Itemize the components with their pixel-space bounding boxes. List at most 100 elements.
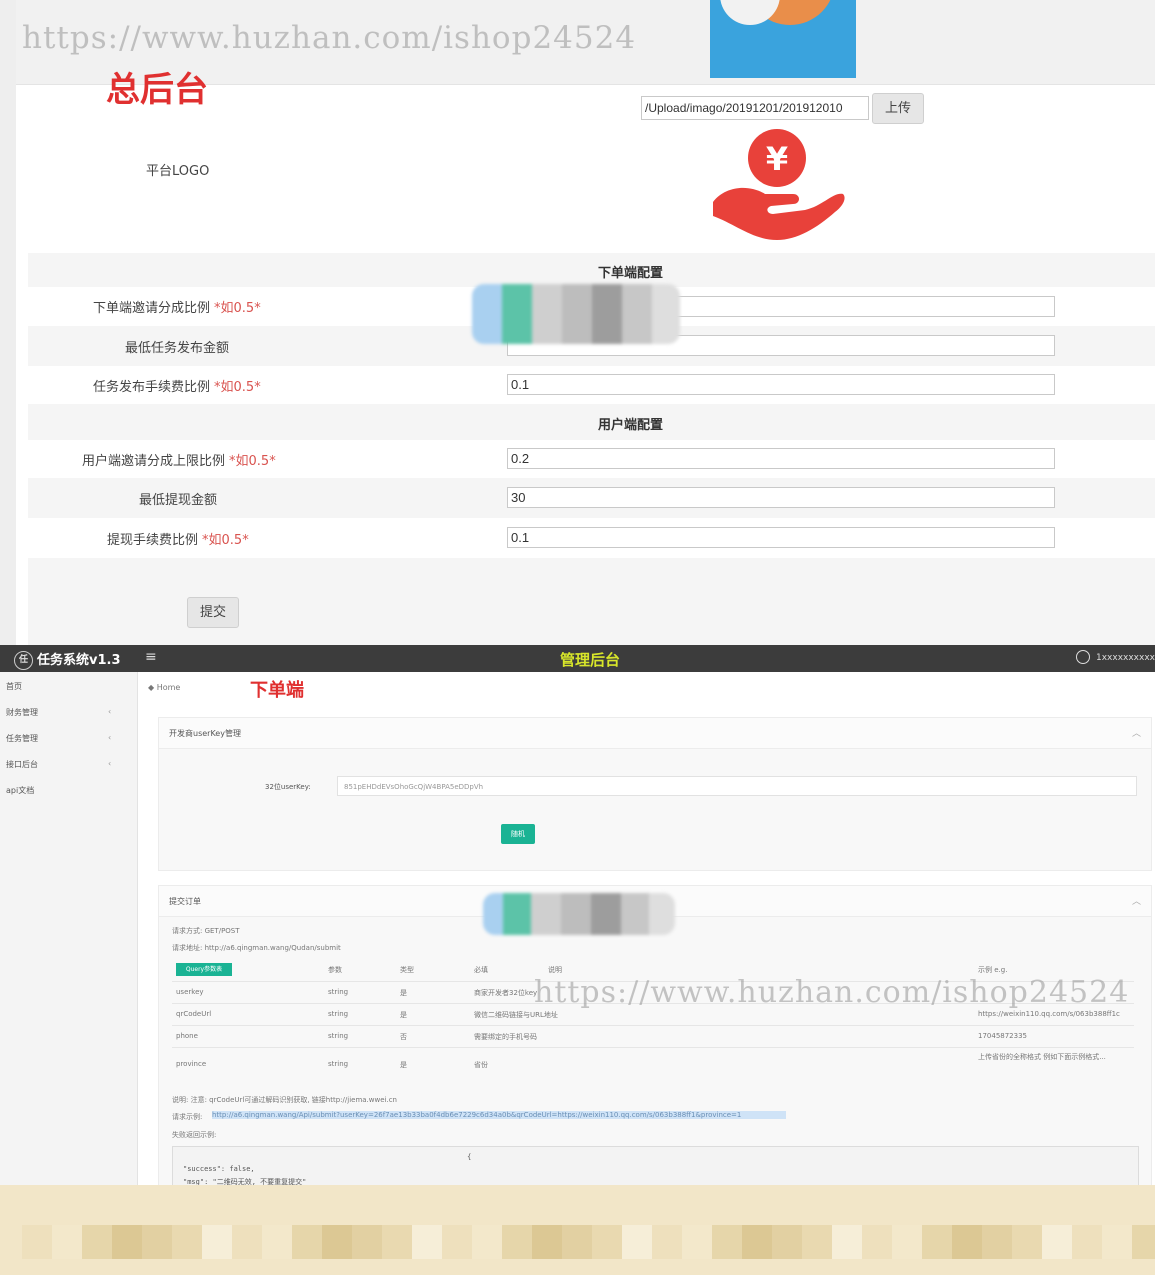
- platform-logo-icon: ¥: [713, 129, 845, 240]
- logo-path-input[interactable]: /Upload/imago/20191201/201912010: [641, 96, 869, 120]
- user-section-title: 用户端配置: [598, 418, 664, 433]
- blurred-redaction: [472, 284, 680, 344]
- upload-button[interactable]: 上传: [872, 93, 924, 124]
- mosaic-cell: [802, 1225, 832, 1259]
- panel-header[interactable]: 开发商userKey管理 ︿: [159, 718, 1151, 749]
- mosaic-cell: [1102, 1225, 1132, 1259]
- mosaic-cell: [772, 1225, 802, 1259]
- breadcrumb[interactable]: ◆ Home: [148, 683, 180, 692]
- mosaic-cell: [442, 1225, 472, 1259]
- order-invite-ratio-label: 下单端邀请分成比例 *如0.5*: [93, 297, 261, 316]
- mosaic-cell: [502, 1225, 532, 1259]
- user-invite-ratio-input[interactable]: [507, 448, 1055, 469]
- annotation-title: 总后台: [106, 70, 208, 110]
- chevron-up-icon[interactable]: ︿: [1132, 726, 1141, 739]
- mosaic-cell: [622, 1225, 652, 1259]
- sidebar-item-home[interactable]: 首页: [6, 681, 22, 692]
- nav-title: 管理后台: [560, 651, 621, 669]
- submit-button[interactable]: 提交: [187, 597, 239, 628]
- mosaic-cell: [1072, 1225, 1102, 1259]
- request-method: 请求方式: GET/POST: [172, 927, 240, 935]
- col-header-required: 必填: [474, 966, 488, 974]
- logo-label: 平台LOGO: [146, 164, 210, 179]
- username[interactable]: 1xxxxxxxxxx: [1096, 653, 1155, 663]
- mosaic-cell: [832, 1225, 862, 1259]
- label-text: 提现手续费比例: [107, 533, 199, 548]
- image-shape: [720, 0, 780, 25]
- home-icon: ◆: [148, 683, 157, 692]
- mosaic-cell: [712, 1225, 742, 1259]
- table-cell: 是: [400, 1011, 407, 1019]
- chevron-up-icon[interactable]: ︿: [1132, 894, 1141, 907]
- chevron-left-icon: ‹: [108, 733, 112, 742]
- svg-text:¥: ¥: [766, 140, 788, 178]
- code-line: "msg": "二维码无效, 不要重复提交": [183, 1178, 307, 1185]
- col-header-param: 参数: [328, 966, 342, 974]
- mosaic-cell: [142, 1225, 172, 1259]
- hint-text: *如0.5*: [202, 533, 249, 548]
- table-cell: 是: [400, 989, 407, 997]
- table-cell: qrCodeUrl: [176, 1010, 212, 1018]
- mosaic-cell: [352, 1225, 382, 1259]
- table-cell: 否: [400, 1033, 407, 1041]
- table-cell: userkey: [176, 988, 204, 996]
- mosaic-cell: [202, 1225, 232, 1259]
- task-fee-ratio-input[interactable]: [507, 374, 1055, 395]
- random-key-button[interactable]: 随机: [501, 824, 535, 844]
- hint-text: *如0.5*: [214, 380, 261, 395]
- table-divider: [172, 1047, 1134, 1048]
- table-cell: 是: [400, 1061, 407, 1069]
- task-fee-ratio-label: 任务发布手续费比例 *如0.5*: [93, 376, 261, 395]
- section-header-row: 下单端配置: [28, 253, 1155, 287]
- mosaic-cell: [742, 1225, 772, 1259]
- sidebar-item-interface[interactable]: 接口后台: [6, 759, 38, 770]
- mosaic-cell: [232, 1225, 262, 1259]
- col-header-example: 示例 e.g.: [978, 966, 1008, 974]
- mosaic-cell: [82, 1225, 112, 1259]
- mosaic-cell: [682, 1225, 712, 1259]
- sidebar-item-api-docs[interactable]: api文档: [6, 785, 34, 796]
- min-withdraw-label: 最低提现金额: [139, 493, 218, 508]
- min-withdraw-input[interactable]: [507, 487, 1055, 508]
- mosaic-cell: [322, 1225, 352, 1259]
- full-url-text[interactable]: http://a6.qingman.wang/Api/submit?userKe…: [212, 1111, 786, 1119]
- section-header-row: 用户端配置: [28, 404, 1155, 440]
- table-cell: string: [328, 1032, 349, 1040]
- annotation-title: 下单端: [250, 680, 304, 701]
- mosaic-cell: [652, 1225, 682, 1259]
- sidebar-item-tasks[interactable]: 任务管理: [6, 733, 38, 744]
- table-cell: 上传省份的全称格式 例如下面示例格式...: [978, 1053, 1106, 1061]
- withdraw-fee-ratio-input[interactable]: [507, 527, 1055, 548]
- mosaic-cell: [592, 1225, 622, 1259]
- table-cell: 微信二维码链接与URL地址: [474, 1011, 558, 1019]
- mosaic-cell: [292, 1225, 322, 1259]
- mosaic-cell: [52, 1225, 82, 1259]
- mosaic-cell: [862, 1225, 892, 1259]
- table-cell: string: [328, 1010, 349, 1018]
- pixelated-banner: [0, 1185, 1155, 1275]
- menu-toggle-icon[interactable]: ≡: [145, 649, 157, 665]
- mosaic-cell: [922, 1225, 952, 1259]
- user-invite-ratio-label: 用户端邀请分成上限比例 *如0.5*: [82, 450, 276, 469]
- table-cell: province: [176, 1060, 207, 1068]
- userkey-input[interactable]: 851pEHDdEVsOhoGcQjW4BPA5eDDpVh: [337, 776, 1137, 796]
- hint-text: *如0.5*: [214, 301, 261, 316]
- brand[interactable]: 任任务系统v1.3: [14, 649, 121, 670]
- code-brace: {: [467, 1153, 472, 1161]
- full-url-label: 请求示例:: [172, 1113, 203, 1121]
- code-line: "success": false,: [183, 1165, 255, 1173]
- mosaic-cell: [382, 1225, 412, 1259]
- table-cell: 商家开发者32位key: [474, 989, 538, 997]
- sidebar-item-finance[interactable]: 财务管理: [6, 707, 38, 718]
- user-avatar-icon[interactable]: [1076, 650, 1090, 664]
- mosaic-cell: [982, 1225, 1012, 1259]
- task-system-screen: 任任务系统v1.3 ≡ 管理后台 1xxxxxxxxxx 首页 财务管理 ‹ 任…: [0, 645, 1155, 1185]
- watermark: https://www.huzhan.com/ishop24524: [534, 975, 1130, 1010]
- mosaic-cell: [1012, 1225, 1042, 1259]
- label-text: 用户端邀请分成上限比例: [82, 454, 226, 469]
- brand-logo-icon: 任: [14, 651, 33, 670]
- hint-text: *如0.5*: [229, 454, 276, 469]
- chevron-left-icon: ‹: [108, 707, 112, 716]
- mosaic-cell: [22, 1225, 52, 1259]
- mosaic-cell: [1042, 1225, 1072, 1259]
